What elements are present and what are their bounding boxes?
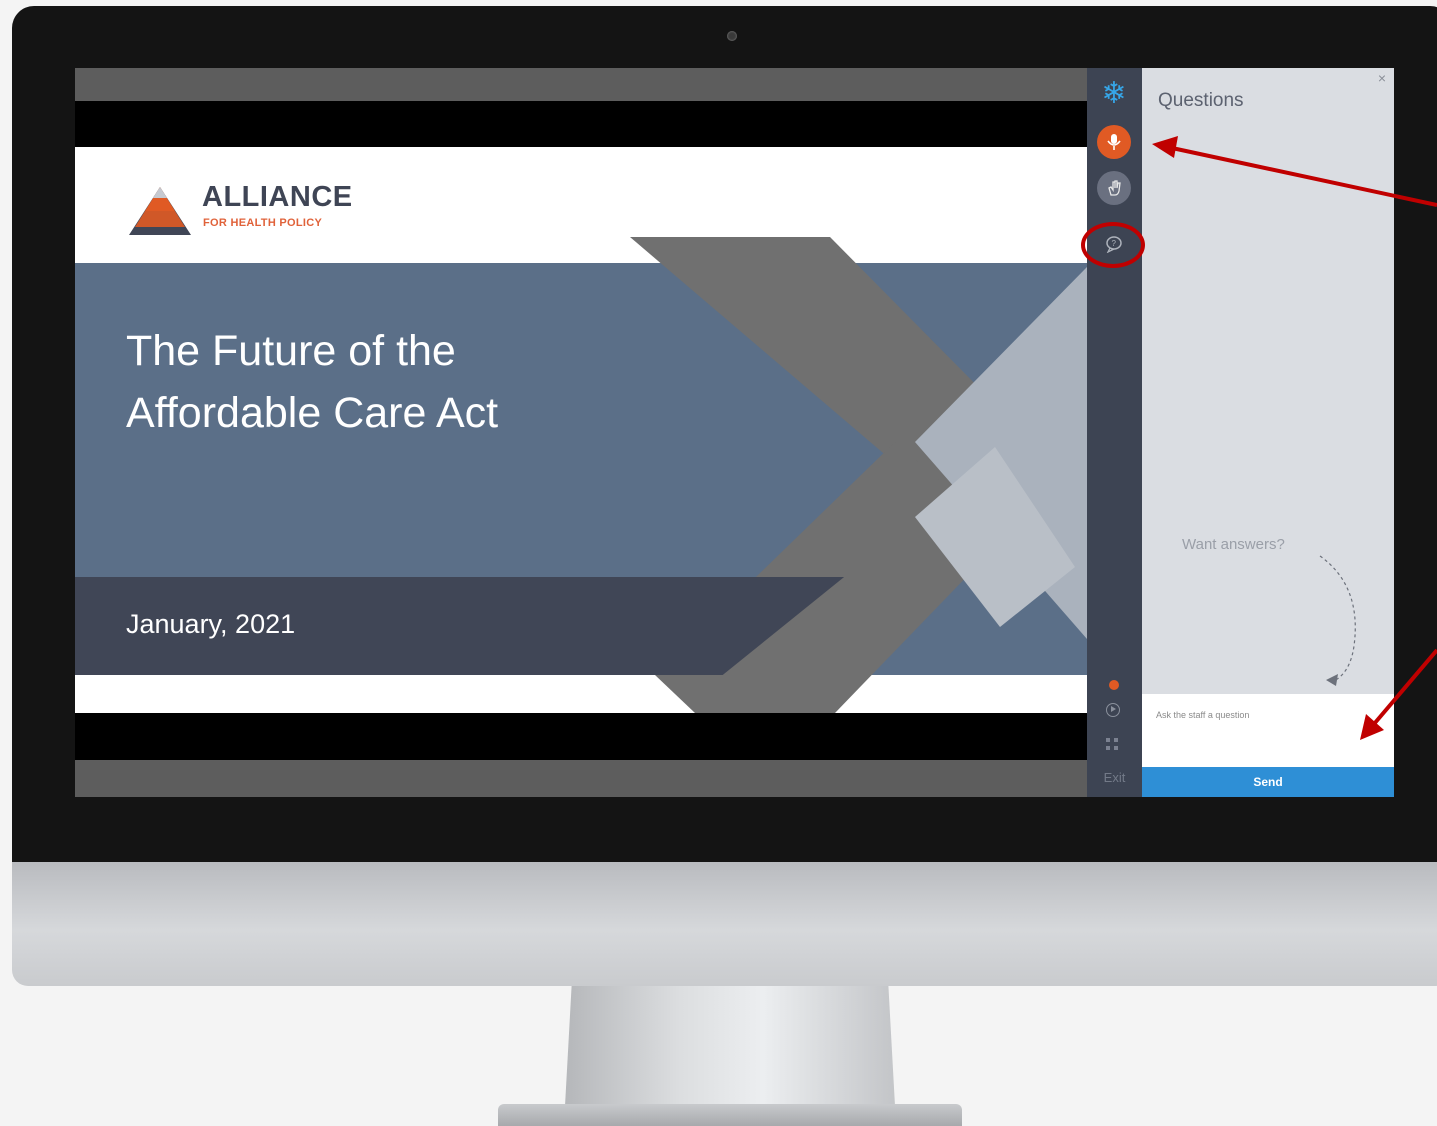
close-icon[interactable]: × [1378,70,1386,86]
monitor-stand-base [498,1104,962,1126]
video-letterbox-bottom [75,760,1087,797]
live-status-dot [1109,680,1119,690]
monitor-stand [565,986,895,1106]
alliance-logo-icon [129,187,191,235]
questions-panel-title: Questions [1158,90,1244,111]
presentation-slide: ALLIANCE FOR HEALTH POLICY The Future of… [75,147,1087,713]
slide-date: January, 2021 [126,609,296,639]
annotation-circle [1081,222,1145,268]
monitor-chin [12,862,1437,986]
hand-raise-icon [1108,180,1121,196]
curved-arrow-icon [1319,555,1356,686]
webinar-toolbar: ❄ ? Exit [1087,68,1142,797]
raise-hand-button[interactable] [1097,171,1131,205]
screen: ALLIANCE FOR HEALTH POLICY The Future of… [75,68,1394,797]
play-icon[interactable] [1106,703,1120,717]
question-input[interactable] [1142,694,1394,768]
slide-title-line-2: Affordable Care Act [126,389,499,437]
slide-title-line-1: The Future of the [126,327,456,375]
video-letterbox-top [75,68,1087,101]
slide-title: The Future of the Affordable Care Act [126,320,686,444]
microphone-icon [1107,134,1121,150]
want-answers-prompt: Want answers? [1182,536,1285,553]
logo-name: ALLIANCE [202,181,353,213]
logo-tagline: FOR HEALTH POLICY [203,217,323,229]
webcam [727,31,737,41]
microphone-button[interactable] [1097,125,1131,159]
exit-button[interactable]: Exit [1087,770,1142,785]
snowflake-icon[interactable]: ❄ [1097,76,1131,110]
send-button[interactable]: Send [1142,767,1394,797]
questions-panel: Questions × Want answers? Send [1142,68,1394,797]
grid-view-icon[interactable] [1106,738,1118,750]
